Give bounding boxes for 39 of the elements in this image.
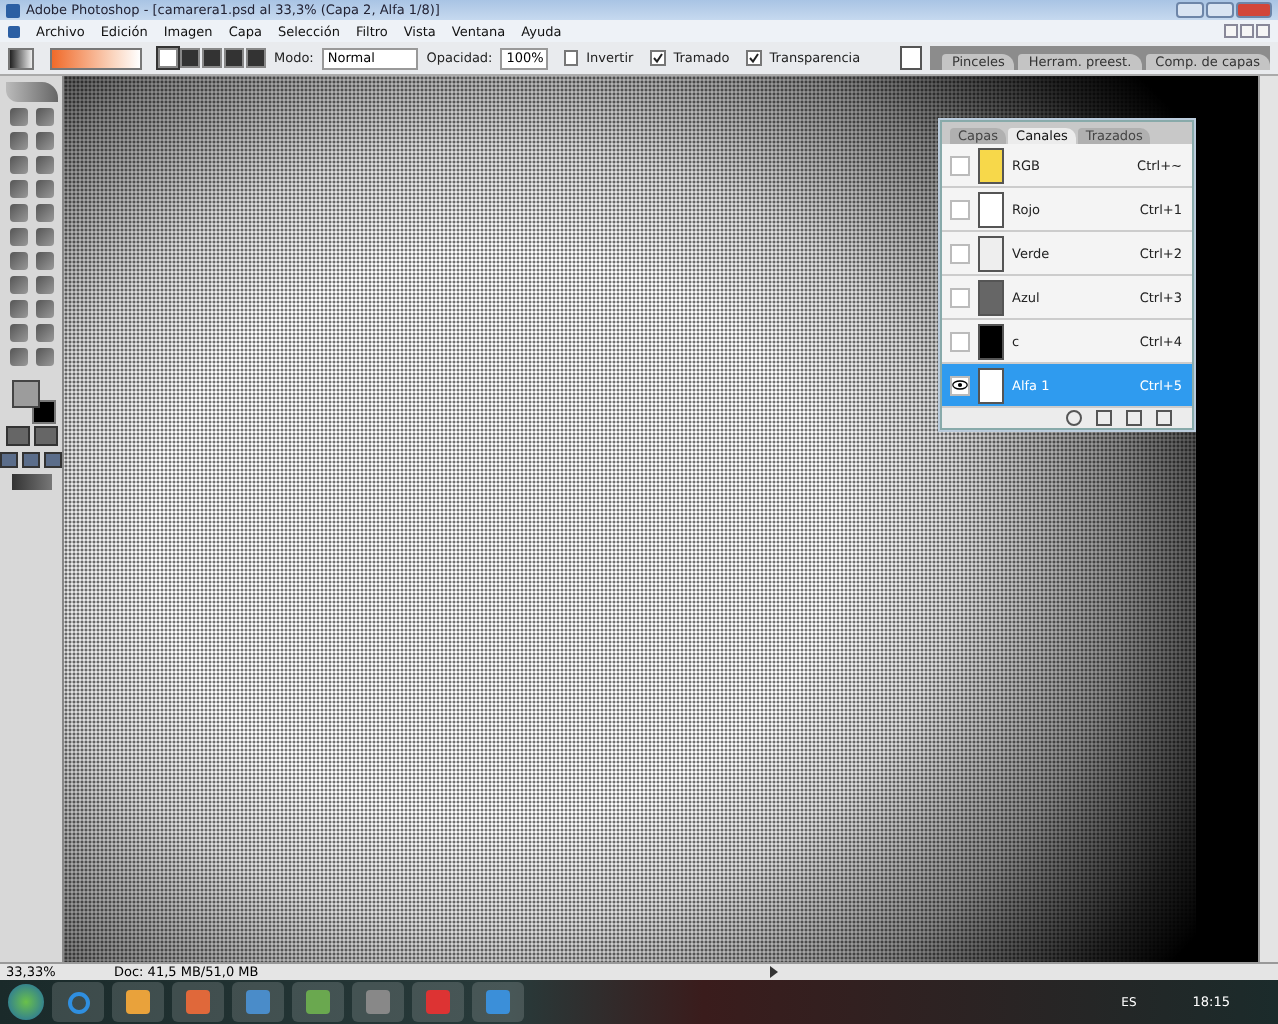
trash-icon[interactable] (1156, 410, 1172, 426)
load-selection-icon[interactable] (1066, 410, 1082, 426)
gradient-type-button[interactable] (245, 48, 266, 68)
scrollbar[interactable] (1258, 76, 1278, 962)
mask-mode-icon[interactable] (5, 426, 29, 446)
app-icon (6, 3, 20, 17)
taskbar-button[interactable] (172, 982, 224, 1022)
visibility-toggle[interactable] (950, 155, 970, 175)
checkbox[interactable] (563, 50, 579, 66)
mask-mode-icon[interactable] (33, 426, 57, 446)
taskbar-button[interactable] (232, 982, 284, 1022)
minimize-button[interactable] (1224, 24, 1238, 38)
taskbar-button[interactable] (52, 982, 104, 1022)
taskbar-button[interactable] (352, 982, 404, 1022)
close-button[interactable] (1256, 24, 1270, 38)
new-channel-icon[interactable] (1126, 410, 1142, 426)
gradient-picker[interactable] (49, 47, 142, 69)
checkbox[interactable] (649, 50, 666, 66)
document-icon (8, 25, 20, 37)
eye-icon[interactable] (950, 375, 970, 395)
visibility-toggle[interactable] (950, 243, 970, 263)
palette-well-icon[interactable] (900, 46, 922, 70)
start-button[interactable] (8, 984, 44, 1020)
save-selection-icon[interactable] (1096, 410, 1112, 426)
checkbox[interactable] (745, 50, 762, 66)
foreground-color-swatch[interactable] (11, 380, 39, 408)
restore-button[interactable] (1240, 24, 1254, 38)
maximize-button[interactable] (1206, 2, 1234, 18)
tool-preset-icon[interactable] (8, 47, 34, 69)
visibility-toggle[interactable] (950, 287, 970, 307)
taskbar-button[interactable] (112, 982, 164, 1022)
visibility-toggle[interactable] (950, 199, 970, 219)
gradient-type-button[interactable] (201, 48, 222, 68)
taskbar-button[interactable] (292, 982, 344, 1022)
gradient-type-button[interactable] (223, 48, 244, 68)
gradient-type-button[interactable] (157, 48, 178, 68)
taskbar-button[interactable] (472, 982, 524, 1022)
minimize-button[interactable] (1176, 2, 1204, 18)
visibility-toggle[interactable] (950, 331, 970, 351)
